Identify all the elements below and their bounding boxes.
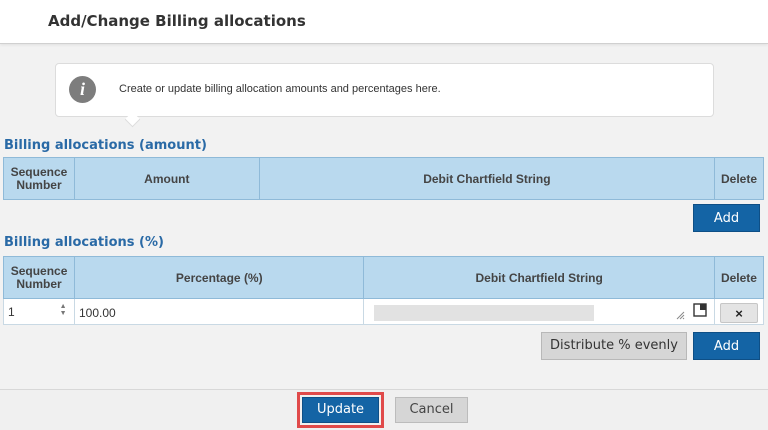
column-header-chartfield[interactable]: Debit Chartfield String (258, 157, 716, 200)
info-callout: i Create or update billing allocation am… (55, 63, 714, 117)
percent-section-title: Billing allocations (%) (4, 235, 164, 250)
stepper-arrows-icon[interactable]: ▲ ▼ (58, 303, 68, 319)
percent-add-button[interactable]: Add (693, 332, 760, 360)
update-button[interactable]: Update (297, 392, 384, 428)
sequence-stepper[interactable]: 1 ▲ ▼ (2, 298, 76, 325)
resize-grip-icon[interactable] (676, 311, 685, 320)
cancel-button[interactable]: Cancel (395, 397, 468, 423)
amount-add-button[interactable]: Add (693, 204, 760, 232)
dialog-footer (0, 389, 768, 430)
dialog-header: Add/Change Billing allocations (0, 0, 768, 44)
percentage-value[interactable]: 100.00 (79, 306, 116, 320)
column-header-delete: Delete (713, 256, 765, 299)
chartfield-value-redacted[interactable] (374, 305, 594, 321)
dialog-title: Add/Change Billing allocations (48, 12, 306, 30)
popout-icon[interactable] (693, 303, 707, 317)
column-header-sequence[interactable]: Sequence Number (2, 256, 76, 299)
column-header-amount[interactable]: Amount (73, 157, 260, 200)
info-text: Create or update billing allocation amou… (119, 83, 441, 95)
column-header-percentage[interactable]: Percentage (%) (74, 256, 365, 299)
amount-allocations-table: Sequence Number Amount Debit Chartfield S… (3, 157, 764, 200)
amount-section-title: Billing allocations (amount) (4, 138, 207, 153)
info-icon: i (69, 76, 96, 103)
sequence-value[interactable]: 1 (8, 305, 15, 319)
column-header-delete: Delete (714, 157, 764, 200)
percentage-field[interactable] (74, 298, 365, 325)
column-header-chartfield[interactable]: Debit Chartfield String (363, 256, 715, 299)
column-header-sequence[interactable]: Sequence Number (3, 157, 75, 200)
delete-row-button[interactable]: × (720, 303, 758, 323)
distribute-evenly-button[interactable]: Distribute % evenly (541, 332, 687, 360)
